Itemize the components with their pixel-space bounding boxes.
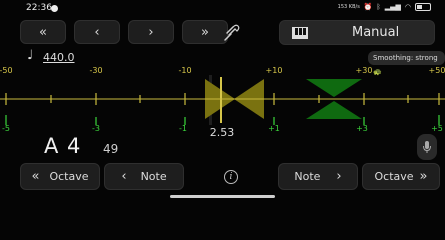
cents-label: +10: [265, 66, 283, 75]
alarm-icon: ⏰: [363, 3, 373, 11]
detected-note: A 4: [44, 134, 82, 158]
semitone-label: +3: [356, 124, 368, 133]
double-chevron-right-icon: »: [201, 24, 209, 40]
piano-icon: [292, 27, 308, 39]
note-down-button[interactable]: ‹: [74, 20, 120, 44]
status-bar: 22:36 153 KB/s ⏰ ᛒ ▂▄▆ ◠: [0, 0, 445, 16]
microphone-icon: [423, 141, 431, 153]
chevron-left-icon: ‹: [94, 24, 100, 40]
microphone-button[interactable]: [417, 134, 437, 160]
pitch-marker: [306, 101, 362, 119]
chevron-left-icon: ‹: [121, 169, 127, 184]
deviation-value: 2.53: [209, 126, 235, 139]
semitone-label: -1: [179, 124, 187, 133]
double-chevron-right-icon: »: [419, 169, 428, 184]
note-up-label: Note: [294, 170, 321, 183]
note-up-bottom-button[interactable]: Note ›: [278, 163, 358, 190]
semitone-label: +5: [431, 124, 443, 133]
info-icon[interactable]: i: [224, 170, 238, 184]
octave-down-label: Octave: [49, 170, 89, 183]
note-number: 49: [103, 142, 119, 156]
semitone-label: -3: [92, 124, 100, 133]
cents-label: +50: [428, 66, 445, 75]
status-time: 22:36: [26, 3, 52, 13]
reference-frequency[interactable]: 440.0: [43, 51, 75, 64]
smoothing-badge[interactable]: Smoothing: strong 🐢: [368, 51, 445, 76]
cents-label: +30: [355, 66, 373, 75]
home-indicator[interactable]: [170, 195, 275, 198]
double-chevron-left-icon: «: [39, 24, 47, 40]
tuning-fork-icon[interactable]: [220, 22, 242, 42]
bluetooth-icon: ᛒ: [376, 3, 381, 11]
tuning-mode-button[interactable]: Manual: [279, 20, 435, 45]
notification-dot-icon: [51, 5, 58, 12]
double-chevron-left-icon: «: [31, 169, 40, 184]
note-down-label: Note: [140, 170, 167, 183]
battery-icon: [415, 3, 431, 11]
tuning-meter: [0, 75, 445, 125]
cents-label: -50: [0, 66, 13, 75]
signal-icon: ▂▄▆: [384, 3, 401, 11]
chevron-right-icon: ›: [148, 24, 154, 40]
music-note-icon: ♩: [27, 48, 34, 63]
status-indicators: 153 KB/s ⏰ ᛒ ▂▄▆ ◠: [338, 3, 431, 11]
octave-up-label: Octave: [374, 170, 414, 183]
chevron-right-icon: ›: [336, 169, 342, 184]
pitch-marker: [306, 79, 362, 97]
octave-down-bottom-button[interactable]: « Octave: [20, 163, 100, 190]
mode-label: Manual: [352, 25, 400, 40]
semitone-label: +1: [268, 124, 280, 133]
cents-label: -10: [178, 66, 192, 75]
octave-down-button[interactable]: «: [20, 20, 66, 44]
smoothing-label: Smoothing: strong: [373, 54, 438, 62]
semitone-label: -5: [2, 124, 10, 133]
cents-label: -30: [89, 66, 103, 75]
tuning-needle: [220, 77, 222, 123]
network-speed: 153 KB/s: [337, 3, 360, 10]
wifi-icon: ◠: [404, 3, 411, 11]
note-up-button[interactable]: ›: [128, 20, 174, 44]
octave-up-bottom-button[interactable]: Octave »: [362, 163, 440, 190]
note-down-bottom-button[interactable]: ‹ Note: [104, 163, 184, 190]
